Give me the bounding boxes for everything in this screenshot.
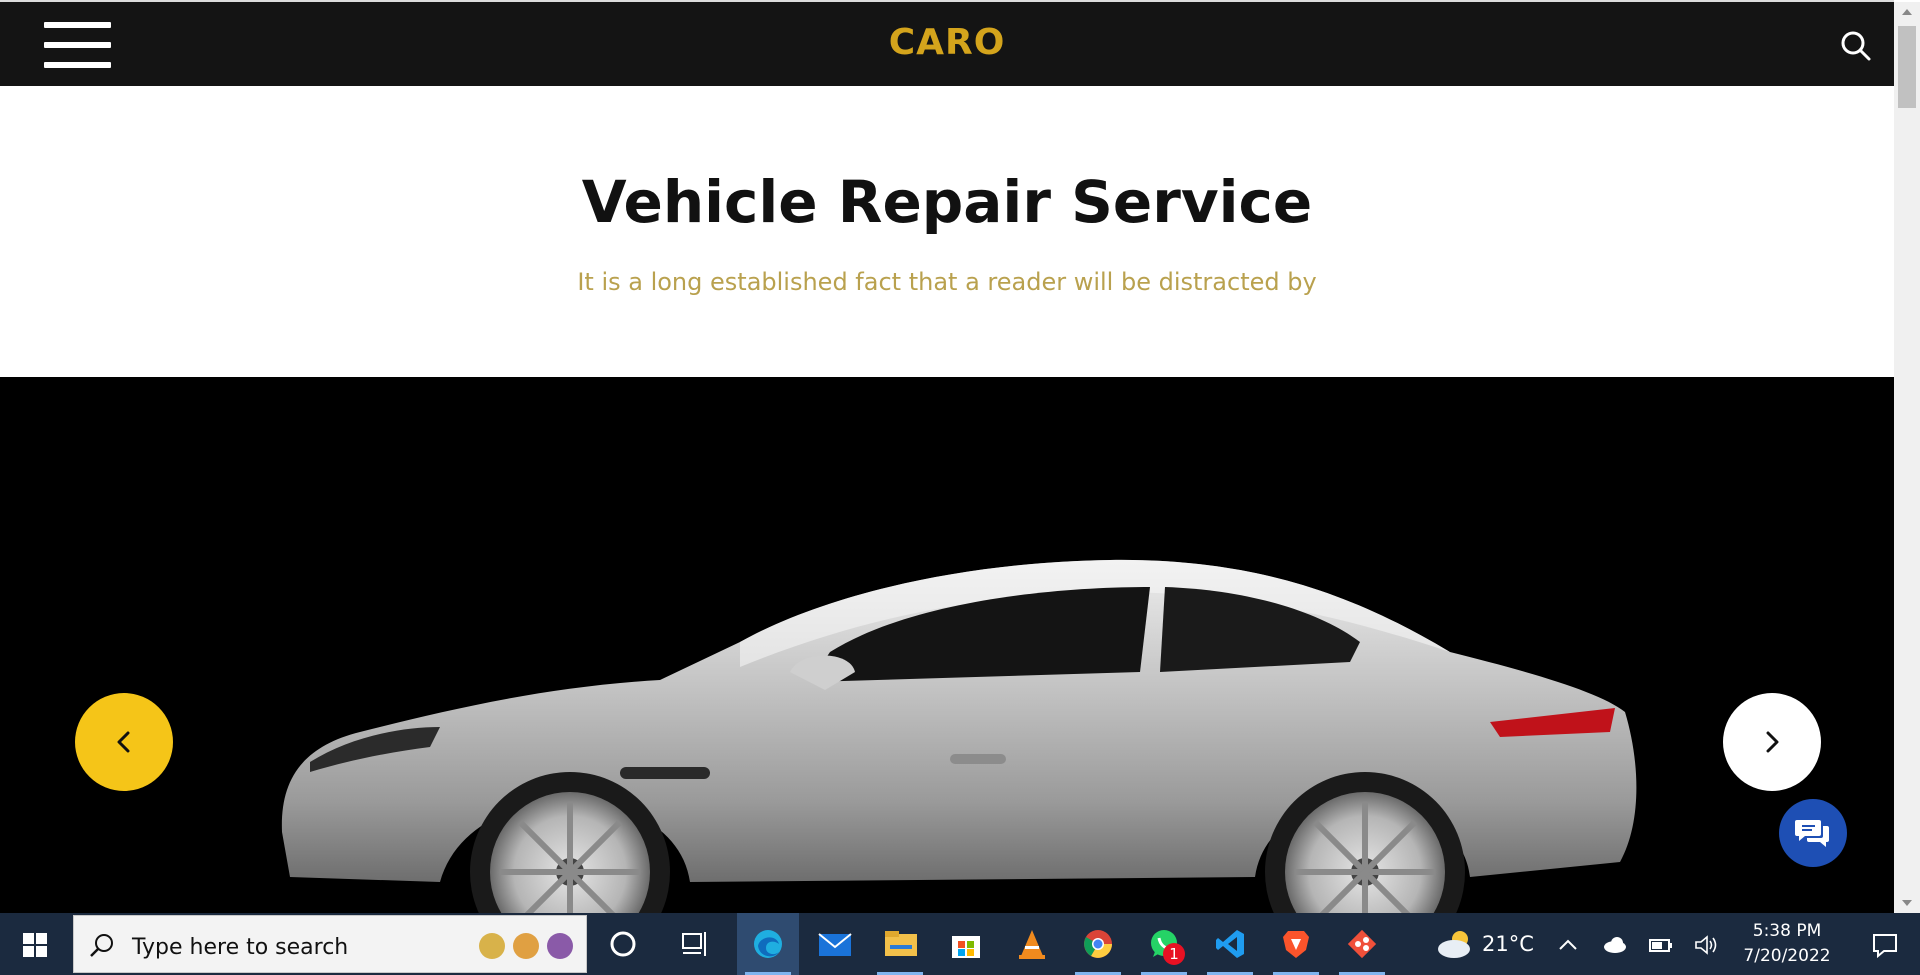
image-slider bbox=[0, 377, 1894, 913]
cloud-sun-icon bbox=[1438, 931, 1470, 958]
brave-icon[interactable] bbox=[1265, 913, 1327, 975]
task-view-icon[interactable] bbox=[664, 913, 726, 975]
battery-icon[interactable] bbox=[1640, 913, 1680, 975]
store-icon[interactable] bbox=[935, 913, 997, 975]
notification-center-icon[interactable] bbox=[1850, 913, 1920, 975]
scroll-thumb[interactable] bbox=[1898, 26, 1916, 108]
chrome-icon[interactable] bbox=[1067, 913, 1129, 975]
onedrive-cloud-icon[interactable] bbox=[1594, 913, 1634, 975]
search-highlight-icon bbox=[479, 933, 573, 959]
vlc-icon[interactable] bbox=[1001, 913, 1063, 975]
scroll-up-arrow-icon[interactable] bbox=[1894, 2, 1920, 22]
search-icon[interactable] bbox=[1840, 30, 1872, 62]
chat-button[interactable] bbox=[1779, 799, 1847, 867]
whatsapp-icon[interactable]: 1 bbox=[1133, 913, 1195, 975]
page-scrollbar[interactable] bbox=[1894, 2, 1920, 913]
browser-viewport: CARO Vehicle Repair Service It is a long… bbox=[0, 0, 1894, 913]
page-title: Vehicle Repair Service bbox=[581, 168, 1313, 236]
clock-date: 7/20/2022 bbox=[1743, 946, 1831, 966]
start-button[interactable] bbox=[0, 913, 72, 975]
edge-icon[interactable] bbox=[737, 913, 799, 975]
windows-taskbar: Type here to search 1 21°C 5:38 PM 7/20/… bbox=[0, 913, 1920, 975]
git-icon[interactable] bbox=[1331, 913, 1393, 975]
brand-link[interactable]: CARO bbox=[889, 22, 1006, 63]
slider-next-button[interactable] bbox=[1723, 693, 1821, 791]
weather-temperature: 21°C bbox=[1482, 932, 1534, 956]
file-explorer-icon[interactable] bbox=[869, 913, 931, 975]
scroll-down-arrow-icon[interactable] bbox=[1894, 893, 1920, 913]
search-icon bbox=[90, 934, 113, 957]
page-subtitle: It is a long established fact that a rea… bbox=[577, 268, 1317, 296]
taskbar-clock[interactable]: 5:38 PM 7/20/2022 bbox=[1734, 919, 1840, 969]
chat-icon bbox=[1795, 820, 1829, 847]
slider-prev-button[interactable] bbox=[75, 693, 173, 791]
chevron-left-icon bbox=[117, 731, 130, 753]
brand-logo: CARO bbox=[0, 22, 1894, 63]
cortana-icon[interactable] bbox=[592, 913, 654, 975]
clock-time: 5:38 PM bbox=[1752, 921, 1822, 941]
car-image bbox=[281, 559, 1637, 913]
whatsapp-badge: 1 bbox=[1163, 943, 1185, 965]
vscode-icon[interactable] bbox=[1199, 913, 1261, 975]
windows-logo-icon bbox=[23, 933, 47, 957]
mail-icon[interactable] bbox=[803, 913, 865, 975]
show-hidden-icons-chevron-icon[interactable] bbox=[1548, 913, 1588, 975]
taskbar-search-input[interactable]: Type here to search bbox=[73, 915, 587, 973]
site-header: CARO bbox=[0, 2, 1894, 86]
weather-widget[interactable]: 21°C bbox=[1428, 913, 1538, 975]
search-placeholder: Type here to search bbox=[132, 935, 349, 960]
volume-icon[interactable] bbox=[1686, 913, 1726, 975]
chevron-right-icon bbox=[1766, 731, 1779, 753]
